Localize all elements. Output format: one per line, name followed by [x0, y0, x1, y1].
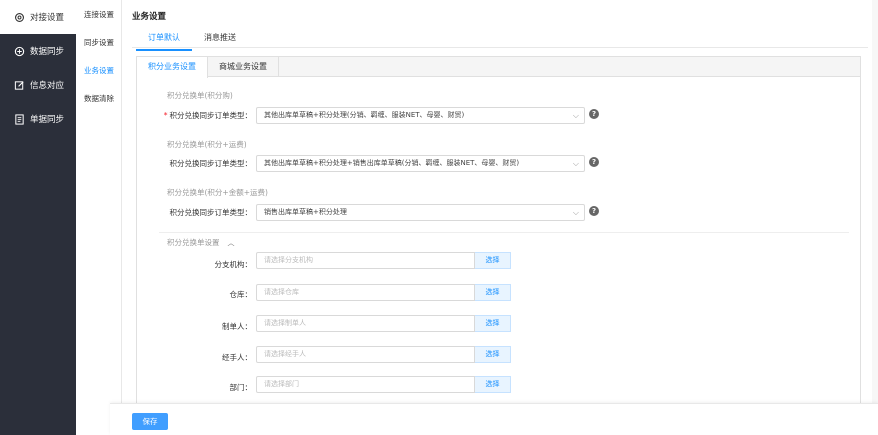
select-value: 其他出库单草稿+积分处理+销售出库单草稿(分销、羁缠、服装NET、母婴、财贸): [264, 159, 520, 167]
main-sidebar: 对接设置 数据同步 信息对应 单据同步: [0, 0, 76, 435]
gear-icon: [14, 12, 25, 23]
settings-heading-text: 积分兑换单设置: [167, 238, 220, 247]
submenu-item-data-clear[interactable]: 数据清除: [76, 84, 121, 112]
sidebar-item-label: 数据同步: [30, 47, 65, 57]
chevron-up-icon: ︿: [227, 239, 235, 247]
tab-mall-business[interactable]: 商城业务设置: [208, 57, 279, 76]
sidebar-item-label: 信息对应: [30, 81, 65, 91]
main-content: 业务设置 订单默认 消息推送 积分业务设置 商城业务设置 积分兑换单(积分购) …: [122, 0, 878, 435]
help-icon[interactable]: ?: [589, 206, 599, 216]
creator-select-button[interactable]: 选择: [475, 315, 511, 332]
branch-label: 分支机构：: [214, 260, 253, 269]
order-type-select[interactable]: 其他出库单草稿+积分处理+销售出库单草稿(分销、羁缠、服装NET、母婴、财贸) …: [256, 155, 585, 172]
branch-select-button[interactable]: 选择: [475, 252, 511, 269]
sidebar-item-label: 对接设置: [30, 13, 65, 23]
sidebar-item-docking-settings[interactable]: 对接设置: [0, 0, 76, 34]
order-type-label: 积分兑换同步订单类型：: [169, 208, 253, 217]
chevron-down-icon: ⌵: [572, 208, 579, 217]
edit-icon: [14, 80, 25, 91]
footer-bar: 保存: [110, 403, 878, 435]
department-label: 部门：: [229, 383, 253, 392]
submenu-item-connection-settings[interactable]: 连接设置: [76, 0, 121, 28]
scrollbar[interactable]: [872, 0, 878, 403]
label-text: 积分兑换同步订单类型：: [169, 111, 253, 120]
submenu-item-sync-settings[interactable]: 同步设置: [76, 28, 121, 56]
page-title: 业务设置: [132, 12, 167, 22]
department-input[interactable]: 请选择部门: [256, 376, 475, 393]
settings-panel: 积分业务设置 商城业务设置 积分兑换单(积分购) * 积分兑换同步订单类型： 其他…: [136, 56, 861, 406]
order-type-label: 积分兑换同步订单类型：: [169, 159, 253, 168]
handler-select-button[interactable]: 选择: [475, 346, 511, 363]
required-mark: *: [163, 111, 168, 120]
order-type-select[interactable]: 其他出库单草稿+积分处理(分销、羁缠、服装NET、母婴、财贸) ⌵: [256, 107, 585, 124]
sub-menu: 连接设置 同步设置 业务设置 数据清除: [76, 0, 122, 435]
sidebar-item-info-mapping[interactable]: 信息对应: [0, 68, 76, 102]
select-value: 其他出库单草稿+积分处理(分销、羁缠、服装NET、母婴、财贸): [264, 111, 465, 119]
branch-input[interactable]: 请选择分支机构: [256, 252, 475, 269]
warehouse-label: 仓库：: [229, 290, 253, 299]
sidebar-item-document-sync[interactable]: 单据同步: [0, 102, 76, 136]
inner-tabs: 积分业务设置 商城业务设置: [137, 57, 860, 78]
order-type-label: * 积分兑换同步订单类型：: [147, 110, 252, 121]
document-icon: [14, 113, 25, 125]
help-icon[interactable]: ?: [589, 109, 599, 119]
settings-heading[interactable]: 积分兑换单设置 ︿: [167, 237, 235, 248]
department-select-button[interactable]: 选择: [475, 376, 511, 393]
save-button[interactable]: 保存: [132, 413, 168, 430]
chevron-down-icon: ⌵: [572, 111, 579, 120]
chevron-down-icon: ⌵: [572, 159, 579, 168]
section-heading: 积分兑换单(积分+运费): [167, 140, 247, 149]
tabs-divider: [132, 47, 868, 48]
creator-label: 制单人：: [222, 322, 252, 331]
sync-icon: [14, 46, 25, 57]
order-type-select[interactable]: 销售出库单草稿+积分处理 ⌵: [256, 204, 585, 221]
submenu-item-business-settings[interactable]: 业务设置: [76, 56, 121, 84]
tab-points-business[interactable]: 积分业务设置: [137, 57, 208, 78]
section-heading: 积分兑换单(积分+金额+运费): [167, 188, 268, 197]
sidebar-item-label: 单据同步: [30, 115, 65, 125]
sidebar-item-data-sync[interactable]: 数据同步: [0, 34, 76, 68]
section-divider: [159, 232, 849, 233]
creator-input[interactable]: 请选择制单人: [256, 315, 475, 332]
handler-input[interactable]: 请选择经手人: [256, 346, 475, 363]
section-heading: 积分兑换单(积分购): [167, 91, 233, 100]
handler-label: 经手人：: [222, 353, 252, 362]
warehouse-input[interactable]: 请选择仓库: [256, 284, 475, 301]
warehouse-select-button[interactable]: 选择: [475, 284, 511, 301]
select-value: 销售出库单草稿+积分处理: [264, 208, 347, 216]
help-icon[interactable]: ?: [589, 157, 599, 167]
